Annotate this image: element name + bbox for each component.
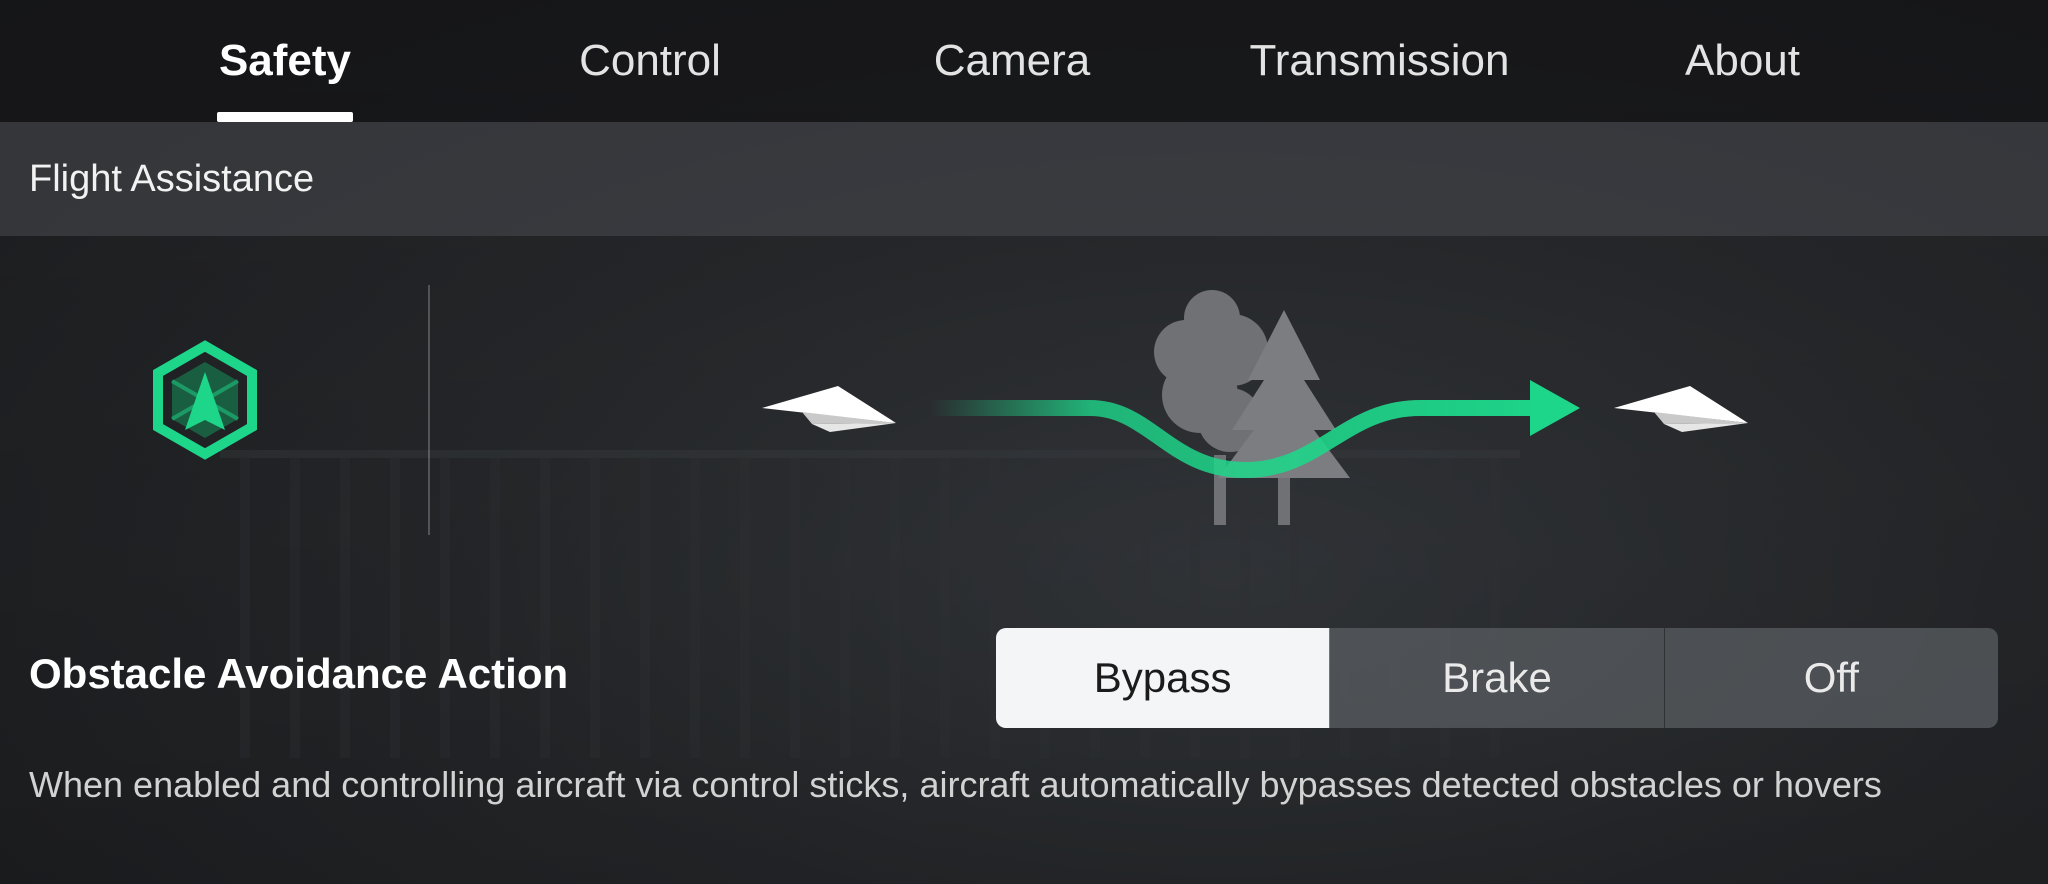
paper-plane-icon	[1614, 386, 1748, 432]
tab-camera[interactable]: Camera	[912, 0, 1112, 122]
obstacle-avoidance-segmented-control: Bypass Brake Off	[996, 628, 1998, 728]
tree-obstacle-icon	[1154, 290, 1350, 525]
tab-safety[interactable]: Safety	[205, 0, 365, 122]
obstacle-avoidance-illustration	[153, 290, 1748, 525]
obstacle-avoidance-description: When enabled and controlling aircraft vi…	[29, 764, 1882, 805]
tab-transmission[interactable]: Transmission	[1222, 0, 1537, 122]
obstacle-avoidance-label: Obstacle Avoidance Action	[29, 650, 569, 697]
option-off[interactable]: Off	[1665, 628, 1998, 728]
section-title: Flight Assistance	[29, 157, 315, 200]
obstacle-avoidance-hex-icon	[153, 340, 257, 460]
section-header: Flight Assistance	[0, 122, 2048, 236]
tab-about[interactable]: About	[1660, 0, 1825, 122]
paper-plane-icon	[762, 386, 896, 432]
active-tab-indicator	[217, 112, 353, 122]
option-brake[interactable]: Brake	[1330, 628, 1665, 728]
tab-control[interactable]: Control	[555, 0, 745, 122]
option-bypass[interactable]: Bypass	[996, 628, 1331, 728]
settings-tab-bar: Safety Control Camera Transmission About	[0, 0, 2048, 122]
